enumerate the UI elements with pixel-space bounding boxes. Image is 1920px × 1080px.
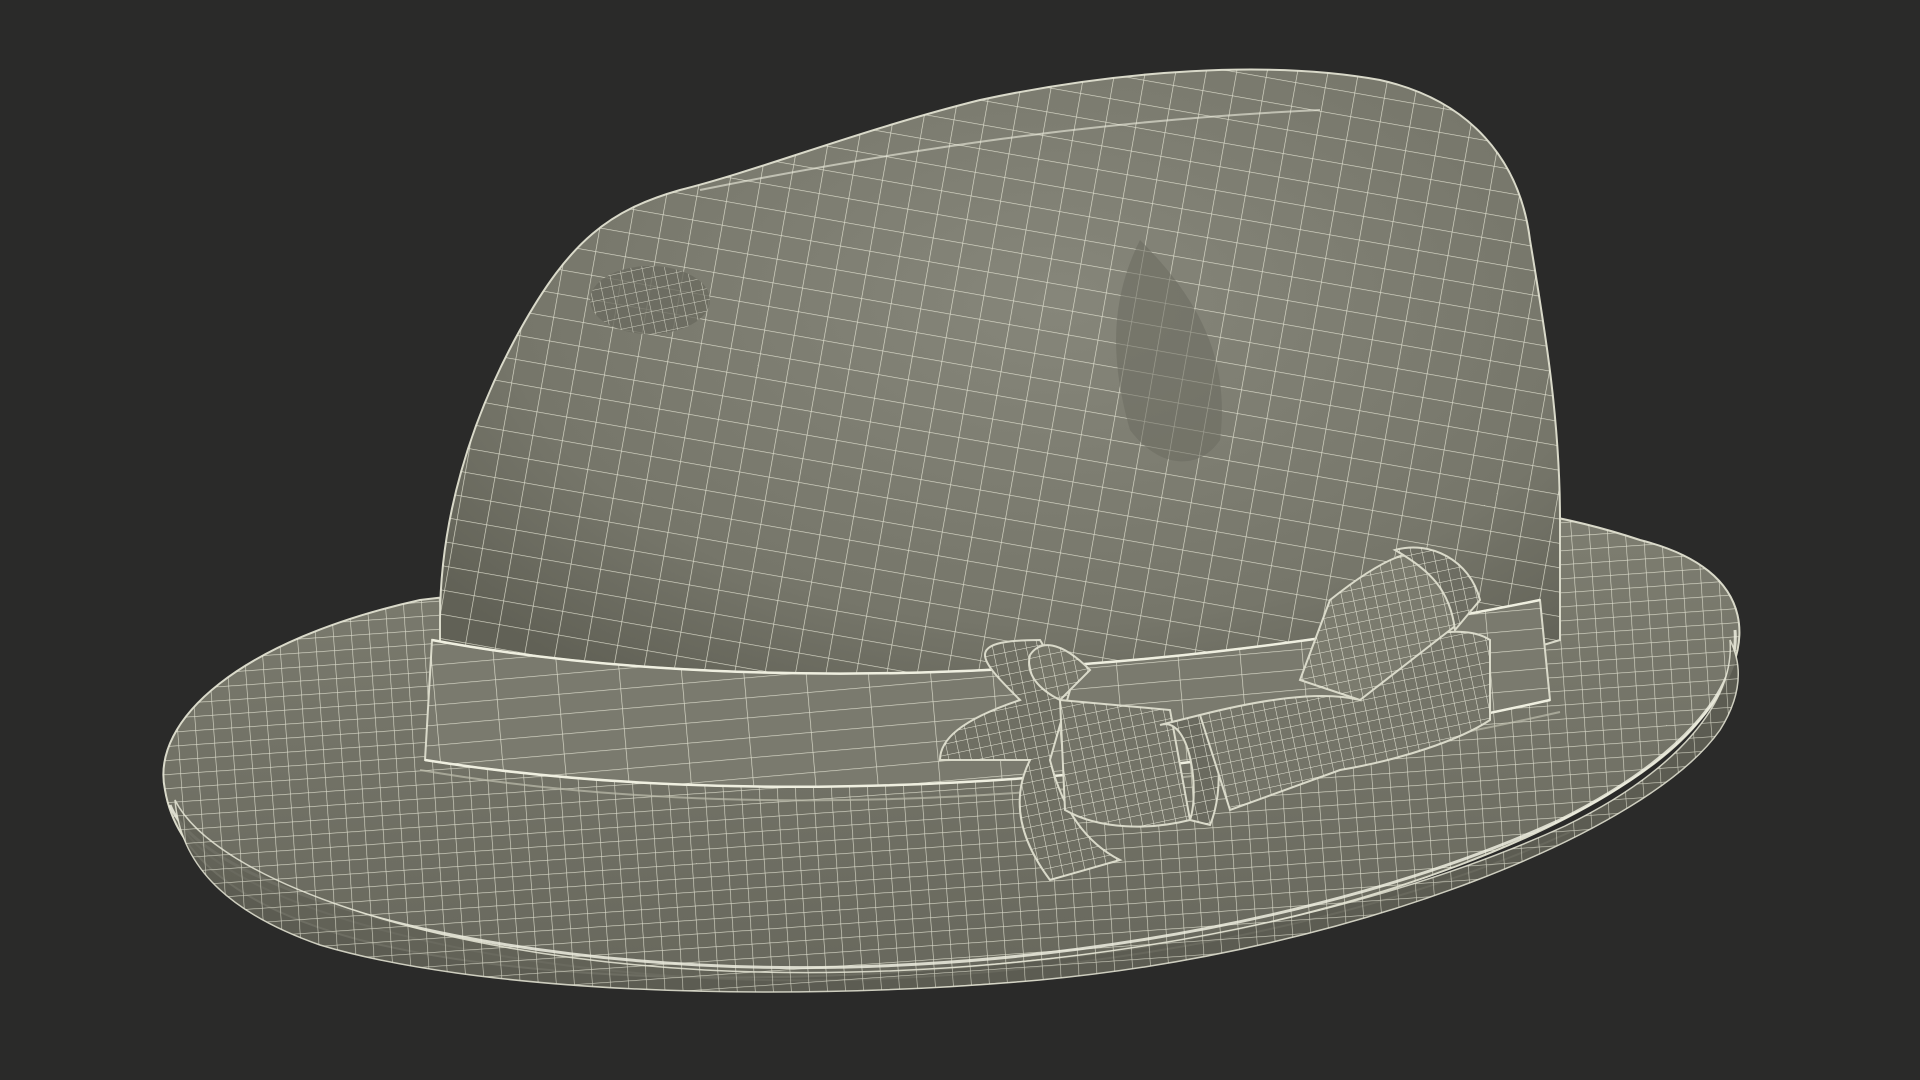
render-viewport xyxy=(0,0,1920,1080)
hat-render xyxy=(162,68,1741,993)
